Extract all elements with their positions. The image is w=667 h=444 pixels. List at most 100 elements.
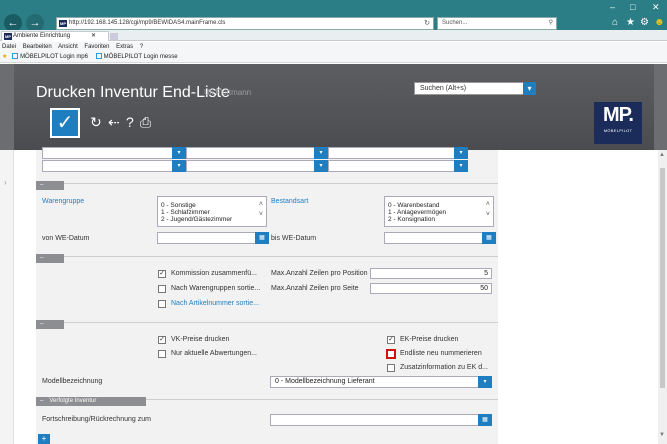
listbox-scroll-icon[interactable]: ˄ ˅: [486, 200, 490, 220]
chevron-down-icon[interactable]: ▾: [478, 376, 492, 388]
kommission-checkbox[interactable]: ✓: [158, 270, 166, 278]
section-divider: [36, 183, 498, 184]
address-bar[interactable]: MP http://192.168.145.128/cgi/mp9/BEWIDA…: [56, 17, 434, 30]
menu-datei[interactable]: Datei: [2, 44, 16, 50]
favorite-label: MÖBELPILOT Login mp6: [20, 54, 88, 60]
menu-help[interactable]: ?: [140, 44, 143, 50]
menu-ansicht[interactable]: Ansicht: [58, 44, 78, 50]
max-zeilen-position-input[interactable]: 5: [370, 268, 492, 279]
chevron-down-icon[interactable]: ▾: [454, 160, 468, 172]
section-toggle[interactable]: –: [36, 320, 64, 329]
select-row2-col3[interactable]: ▾: [328, 160, 468, 172]
chevron-down-icon[interactable]: ▾: [454, 147, 468, 159]
bestandsart-listbox[interactable]: 0 - Warenbestand 1 - Anlagevermögen 2 - …: [384, 196, 494, 227]
favorites-bar: ★ MÖBELPILOT Login mp6 MÖBELPILOT Login …: [0, 52, 667, 63]
refresh-icon[interactable]: ↻: [424, 18, 430, 29]
select-row1-col3[interactable]: ▾: [328, 147, 468, 159]
page-title: Drucken Inventur End-Liste: [36, 84, 230, 101]
scrollbar-thumb[interactable]: [660, 168, 665, 388]
tab-favicon-icon: MP: [4, 33, 12, 40]
browser-tab[interactable]: MP Ambiente Einrichtung ✕: [1, 31, 118, 41]
modellbezeichnung-select[interactable]: 0 - Modellbezeichnung Lieferant ▾: [270, 376, 492, 388]
listbox-option[interactable]: 1 - Anlagevermögen: [388, 209, 493, 216]
printer-icon[interactable]: ⎙: [140, 114, 151, 131]
search-icon[interactable]: ⚲: [549, 18, 553, 29]
section-toggle[interactable]: –: [36, 181, 64, 190]
moebelpilot-logo: MP. MÖBELPILOT: [594, 102, 642, 144]
browser-search-input[interactable]: Suchen... ⚲: [437, 17, 557, 30]
browser-tab-bar: MP Ambiente Einrichtung ✕: [0, 30, 667, 41]
select-row2-col1[interactable]: ▾: [42, 160, 186, 172]
listbox-option[interactable]: 0 - Sonstige: [161, 202, 266, 209]
nur-aktuelle-checkbox[interactable]: [158, 350, 166, 358]
bestandsart-label[interactable]: Bestandsart: [271, 198, 308, 205]
zusatzinfo-checkbox[interactable]: [387, 364, 395, 372]
scroll-down-icon[interactable]: ▼: [659, 432, 665, 438]
close-icon[interactable]: ✕: [652, 2, 660, 13]
listbox-option[interactable]: 2 - Konsignation: [388, 216, 493, 223]
chevron-down-icon[interactable]: ▾: [314, 160, 328, 172]
section-toggle[interactable]: –: [36, 254, 64, 263]
calendar-icon[interactable]: ▦: [255, 232, 269, 244]
artikelnummer-sort-checkbox[interactable]: [158, 300, 166, 308]
form-panel: ▾ ▾ ▾ ▾ ▾ ▾ – Warengruppe 0 - Sonstige 1…: [36, 147, 498, 444]
browser-menubar: Datei Bearbeiten Ansicht Favoriten Extra…: [0, 42, 667, 52]
favorites-star-icon[interactable]: ★: [2, 54, 7, 60]
endliste-checkbox[interactable]: [386, 349, 396, 359]
favorite-link-login-messe[interactable]: MÖBELPILOT Login messe: [95, 53, 178, 60]
vk-preise-checkbox[interactable]: ✓: [158, 336, 166, 344]
warengruppe-listbox[interactable]: 0 - Sonstige 1 - Schlafzimmer 2 - Jugend…: [157, 196, 267, 227]
add-section-button[interactable]: +: [38, 434, 50, 444]
listbox-scroll-icon[interactable]: ˄ ˅: [259, 200, 263, 220]
verfolgte-inventur-section-toggle[interactable]: – Verfolgte Inventur: [36, 397, 146, 406]
settings-gear-icon[interactable]: ⚙: [640, 17, 649, 28]
minimize-icon[interactable]: –: [610, 2, 615, 12]
help-icon[interactable]: ?: [126, 114, 134, 130]
browser-search-placeholder: Suchen...: [442, 20, 468, 26]
menu-bearbeiten[interactable]: Bearbeiten: [23, 44, 52, 50]
select-row1-col1[interactable]: ▾: [42, 147, 186, 159]
expand-panel-icon[interactable]: ›: [4, 178, 7, 187]
max-zeilen-seite-input[interactable]: 50: [370, 283, 492, 294]
warengruppen-sort-checkbox[interactable]: [158, 285, 166, 293]
select-row1-col2[interactable]: ▾: [186, 147, 328, 159]
back-arrow-icon[interactable]: ⇠: [108, 114, 120, 131]
warengruppe-label[interactable]: Warengruppe: [42, 198, 84, 205]
new-tab-icon[interactable]: [110, 33, 118, 40]
scroll-up-icon[interactable]: ▲: [659, 152, 665, 158]
tab-close-icon[interactable]: ✕: [91, 32, 96, 41]
ek-preise-checkbox[interactable]: ✓: [387, 336, 395, 344]
confirm-check-button[interactable]: ✓: [50, 108, 80, 138]
bis-datum-input[interactable]: ▦: [384, 232, 496, 244]
listbox-option[interactable]: 1 - Schlafzimmer: [161, 209, 266, 216]
refresh-icon[interactable]: ↻: [90, 114, 102, 131]
chevron-down-icon[interactable]: ▾: [172, 160, 186, 172]
smiley-icon[interactable]: ☻: [654, 17, 665, 28]
home-icon[interactable]: ⌂: [612, 17, 618, 28]
menu-favoriten[interactable]: Favoriten: [84, 44, 109, 50]
fortschreibung-date-input[interactable]: ▦: [270, 414, 492, 426]
favorites-star-icon[interactable]: ★: [626, 17, 635, 28]
calendar-icon[interactable]: ▦: [482, 232, 496, 244]
chevron-down-icon[interactable]: ▾: [172, 147, 186, 159]
maximize-icon[interactable]: □: [630, 2, 635, 12]
browser-titlebar: ← → MP http://192.168.145.128/cgi/mp9/BE…: [0, 0, 667, 32]
artikelnummer-sort-link[interactable]: Nach Artikelnummer sortie...: [171, 300, 259, 307]
address-url: http://192.168.145.128/cgi/mp9/BEWIDAS4.…: [69, 20, 226, 26]
section-divider: [36, 322, 498, 323]
app-search-dropdown-icon[interactable]: ▾: [523, 82, 536, 95]
tab-title: Ambiente Einrichtung: [13, 33, 71, 39]
vertical-scrollbar[interactable]: ▲ ▼: [658, 150, 667, 444]
modellbezeichnung-label: Modellbezeichnung: [42, 378, 103, 385]
calendar-icon[interactable]: ▦: [478, 414, 492, 426]
favorite-link-login-mp6[interactable]: MÖBELPILOT Login mp6: [12, 53, 88, 60]
app-search-input[interactable]: Suchen (Alt+s) ▾: [414, 82, 536, 95]
section-title: Verfolgte Inventur: [49, 398, 97, 404]
chevron-down-icon[interactable]: ▾: [314, 147, 328, 159]
von-datum-input[interactable]: ▦: [157, 232, 269, 244]
listbox-option[interactable]: 2 - Jugend/Gästezimmer: [161, 216, 266, 223]
select-row2-col2[interactable]: ▾: [186, 160, 328, 172]
listbox-option[interactable]: 0 - Warenbestand: [388, 202, 493, 209]
menu-extras[interactable]: Extras: [116, 44, 133, 50]
warengruppen-sort-label: Nach Warengruppen sortie...: [171, 285, 261, 292]
